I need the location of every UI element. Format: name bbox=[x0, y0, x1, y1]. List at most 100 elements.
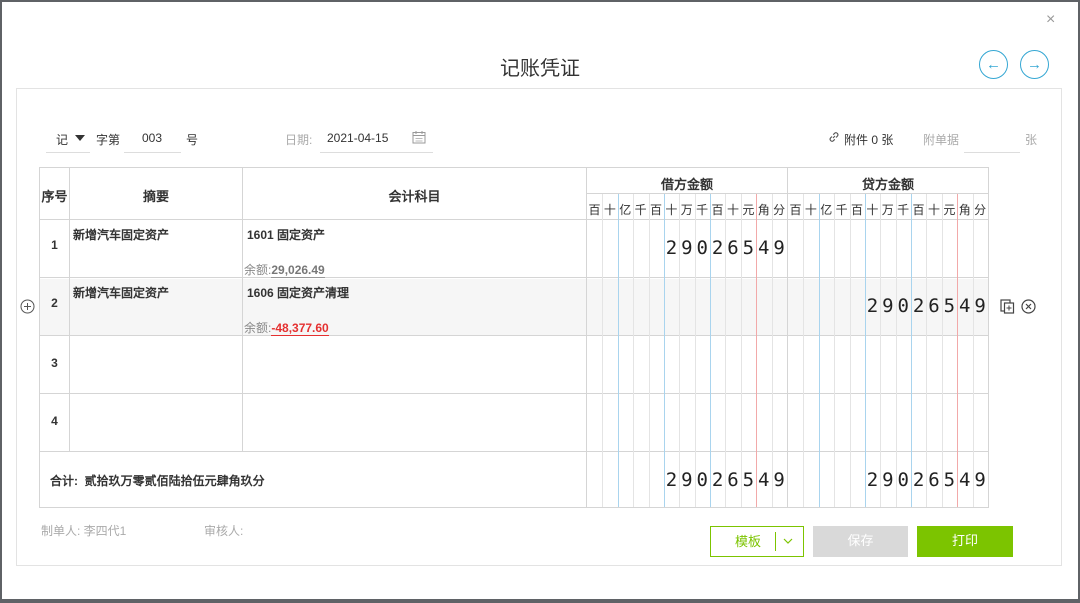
credit-digit-header: 千 bbox=[835, 203, 848, 217]
row-1-debit-digit: 4 bbox=[757, 237, 770, 259]
total-debit-digit: 5 bbox=[742, 469, 755, 491]
credit-digit-header: 百 bbox=[912, 203, 925, 217]
header-summary: 摘要 bbox=[142, 189, 169, 204]
digit-separator bbox=[880, 194, 881, 507]
total-credit-digit: 6 bbox=[928, 469, 940, 491]
zi-di-label: 字第 bbox=[96, 133, 121, 147]
row-2-summary[interactable]: 新增汽车固定资产 bbox=[73, 284, 169, 301]
digit-separator bbox=[973, 194, 974, 507]
credit-digit-header: 百 bbox=[851, 203, 864, 217]
digit-separator bbox=[819, 194, 820, 507]
total-debit-digit: 2 bbox=[711, 469, 724, 491]
column-separator bbox=[242, 168, 243, 451]
number-underline bbox=[124, 152, 181, 153]
close-icon[interactable]: × bbox=[1046, 12, 1055, 28]
total-credit-digit: 9 bbox=[974, 469, 986, 491]
debit-digit-header: 十 bbox=[603, 203, 616, 217]
copy-row-icon[interactable] bbox=[1000, 299, 1015, 314]
row-1-debit-digit: 9 bbox=[681, 237, 693, 259]
debit-digit-header: 百 bbox=[711, 203, 724, 217]
reviewer-label: 审核人: bbox=[204, 524, 244, 538]
credit-digit-header: 十 bbox=[927, 203, 940, 217]
digit-separator bbox=[926, 194, 927, 507]
credit-digit-header: 十 bbox=[804, 203, 817, 217]
header-credit: 贷方金额 bbox=[861, 177, 914, 192]
dialog-title: 记账凭证 bbox=[500, 58, 580, 80]
link-icon[interactable] bbox=[828, 131, 840, 143]
row-1-debit-digit: 0 bbox=[696, 237, 708, 259]
total-debit-digit: 9 bbox=[681, 469, 693, 491]
credit-digit-header: 万 bbox=[881, 203, 894, 217]
row-2-credit-digit: 5 bbox=[943, 295, 956, 317]
debit-digit-header: 分 bbox=[773, 203, 786, 217]
digit-separator bbox=[633, 194, 634, 507]
receipt-input[interactable] bbox=[964, 152, 1020, 153]
total-credit-digit: 4 bbox=[958, 469, 971, 491]
digit-separator bbox=[803, 194, 804, 507]
row-1-debit-digit: 9 bbox=[773, 237, 785, 259]
next-arrow-icon[interactable]: → bbox=[1020, 50, 1049, 79]
row-2-credit-digit: 6 bbox=[928, 295, 940, 317]
column-separator bbox=[586, 451, 587, 507]
prev-arrow-icon[interactable]: ← bbox=[979, 50, 1008, 79]
debit-digit-header: 千 bbox=[634, 203, 647, 217]
header-debit: 借方金额 bbox=[660, 177, 713, 192]
print-button[interactable]: 打印 bbox=[917, 526, 1013, 557]
digit-separator bbox=[618, 194, 619, 507]
digit-separator bbox=[649, 194, 650, 507]
row-separator bbox=[40, 451, 988, 452]
debit-digit-header: 亿 bbox=[619, 203, 632, 217]
row-2-credit-digit: 4 bbox=[958, 295, 971, 317]
type-underline bbox=[46, 152, 90, 153]
attachment-count[interactable]: 附件 0 张 bbox=[844, 131, 893, 148]
calendar-icon[interactable] bbox=[412, 130, 426, 144]
delete-row-icon[interactable] bbox=[1021, 299, 1036, 314]
receipt-label: 附单据 bbox=[923, 133, 960, 147]
save-button[interactable]: 保存 bbox=[813, 526, 908, 557]
hao-label: 号 bbox=[186, 133, 199, 147]
row-1-debit-digit: 5 bbox=[742, 237, 755, 259]
row-1-debit-digit: 6 bbox=[727, 237, 739, 259]
total-debit-digit: 0 bbox=[696, 469, 708, 491]
digit-separator bbox=[850, 194, 851, 507]
total-debit-digit: 4 bbox=[757, 469, 770, 491]
credit-digit-header: 分 bbox=[974, 203, 987, 217]
digit-separator bbox=[896, 194, 897, 507]
row-2-seq: 2 bbox=[51, 296, 58, 310]
debit-digit-header: 十 bbox=[726, 203, 739, 217]
chevron-down-icon[interactable] bbox=[783, 537, 793, 545]
credit-digit-header: 十 bbox=[866, 203, 879, 217]
date-label: 日期: bbox=[285, 133, 313, 147]
row-1-summary[interactable]: 新增汽车固定资产 bbox=[73, 226, 169, 243]
header-account: 会计科目 bbox=[388, 189, 441, 204]
row-1-account[interactable]: 1601 固定资产 bbox=[247, 226, 325, 243]
chevron-down-icon[interactable] bbox=[75, 135, 85, 141]
row-separator bbox=[40, 393, 988, 394]
header-seq: 序号 bbox=[41, 189, 68, 204]
date-underline bbox=[320, 152, 433, 153]
add-row-icon[interactable] bbox=[20, 299, 35, 314]
date-input[interactable]: 2021-04-15 bbox=[327, 131, 388, 145]
digit-separator bbox=[834, 194, 835, 507]
total-debit-digit: 6 bbox=[727, 469, 739, 491]
total-debit-digit: 9 bbox=[773, 469, 785, 491]
voucher-type-select[interactable]: 记 bbox=[56, 131, 68, 148]
credit-digit-header: 角 bbox=[958, 203, 971, 217]
row-1-balance: 余额:29,026.49 bbox=[244, 263, 325, 278]
zhang-label: 张 bbox=[1025, 133, 1038, 147]
column-separator bbox=[69, 168, 70, 451]
voucher-number-input[interactable]: 003 bbox=[142, 131, 162, 145]
total-debit-digit: 2 bbox=[665, 469, 678, 491]
digit-separator bbox=[865, 194, 866, 507]
row-2-credit-digit: 0 bbox=[897, 295, 909, 317]
template-button[interactable]: 模板 bbox=[710, 526, 804, 557]
debit-digit-header: 万 bbox=[680, 203, 693, 217]
debit-digit-header: 角 bbox=[757, 203, 770, 217]
row-2-account[interactable]: 1606 固定资产清理 bbox=[247, 284, 349, 301]
debit-credit-separator bbox=[787, 168, 788, 507]
total-credit-digit: 2 bbox=[912, 469, 925, 491]
debit-digit-header: 百 bbox=[650, 203, 663, 217]
total-credit-digit: 5 bbox=[943, 469, 956, 491]
digit-separator bbox=[942, 194, 943, 507]
digit-separator bbox=[957, 194, 958, 507]
